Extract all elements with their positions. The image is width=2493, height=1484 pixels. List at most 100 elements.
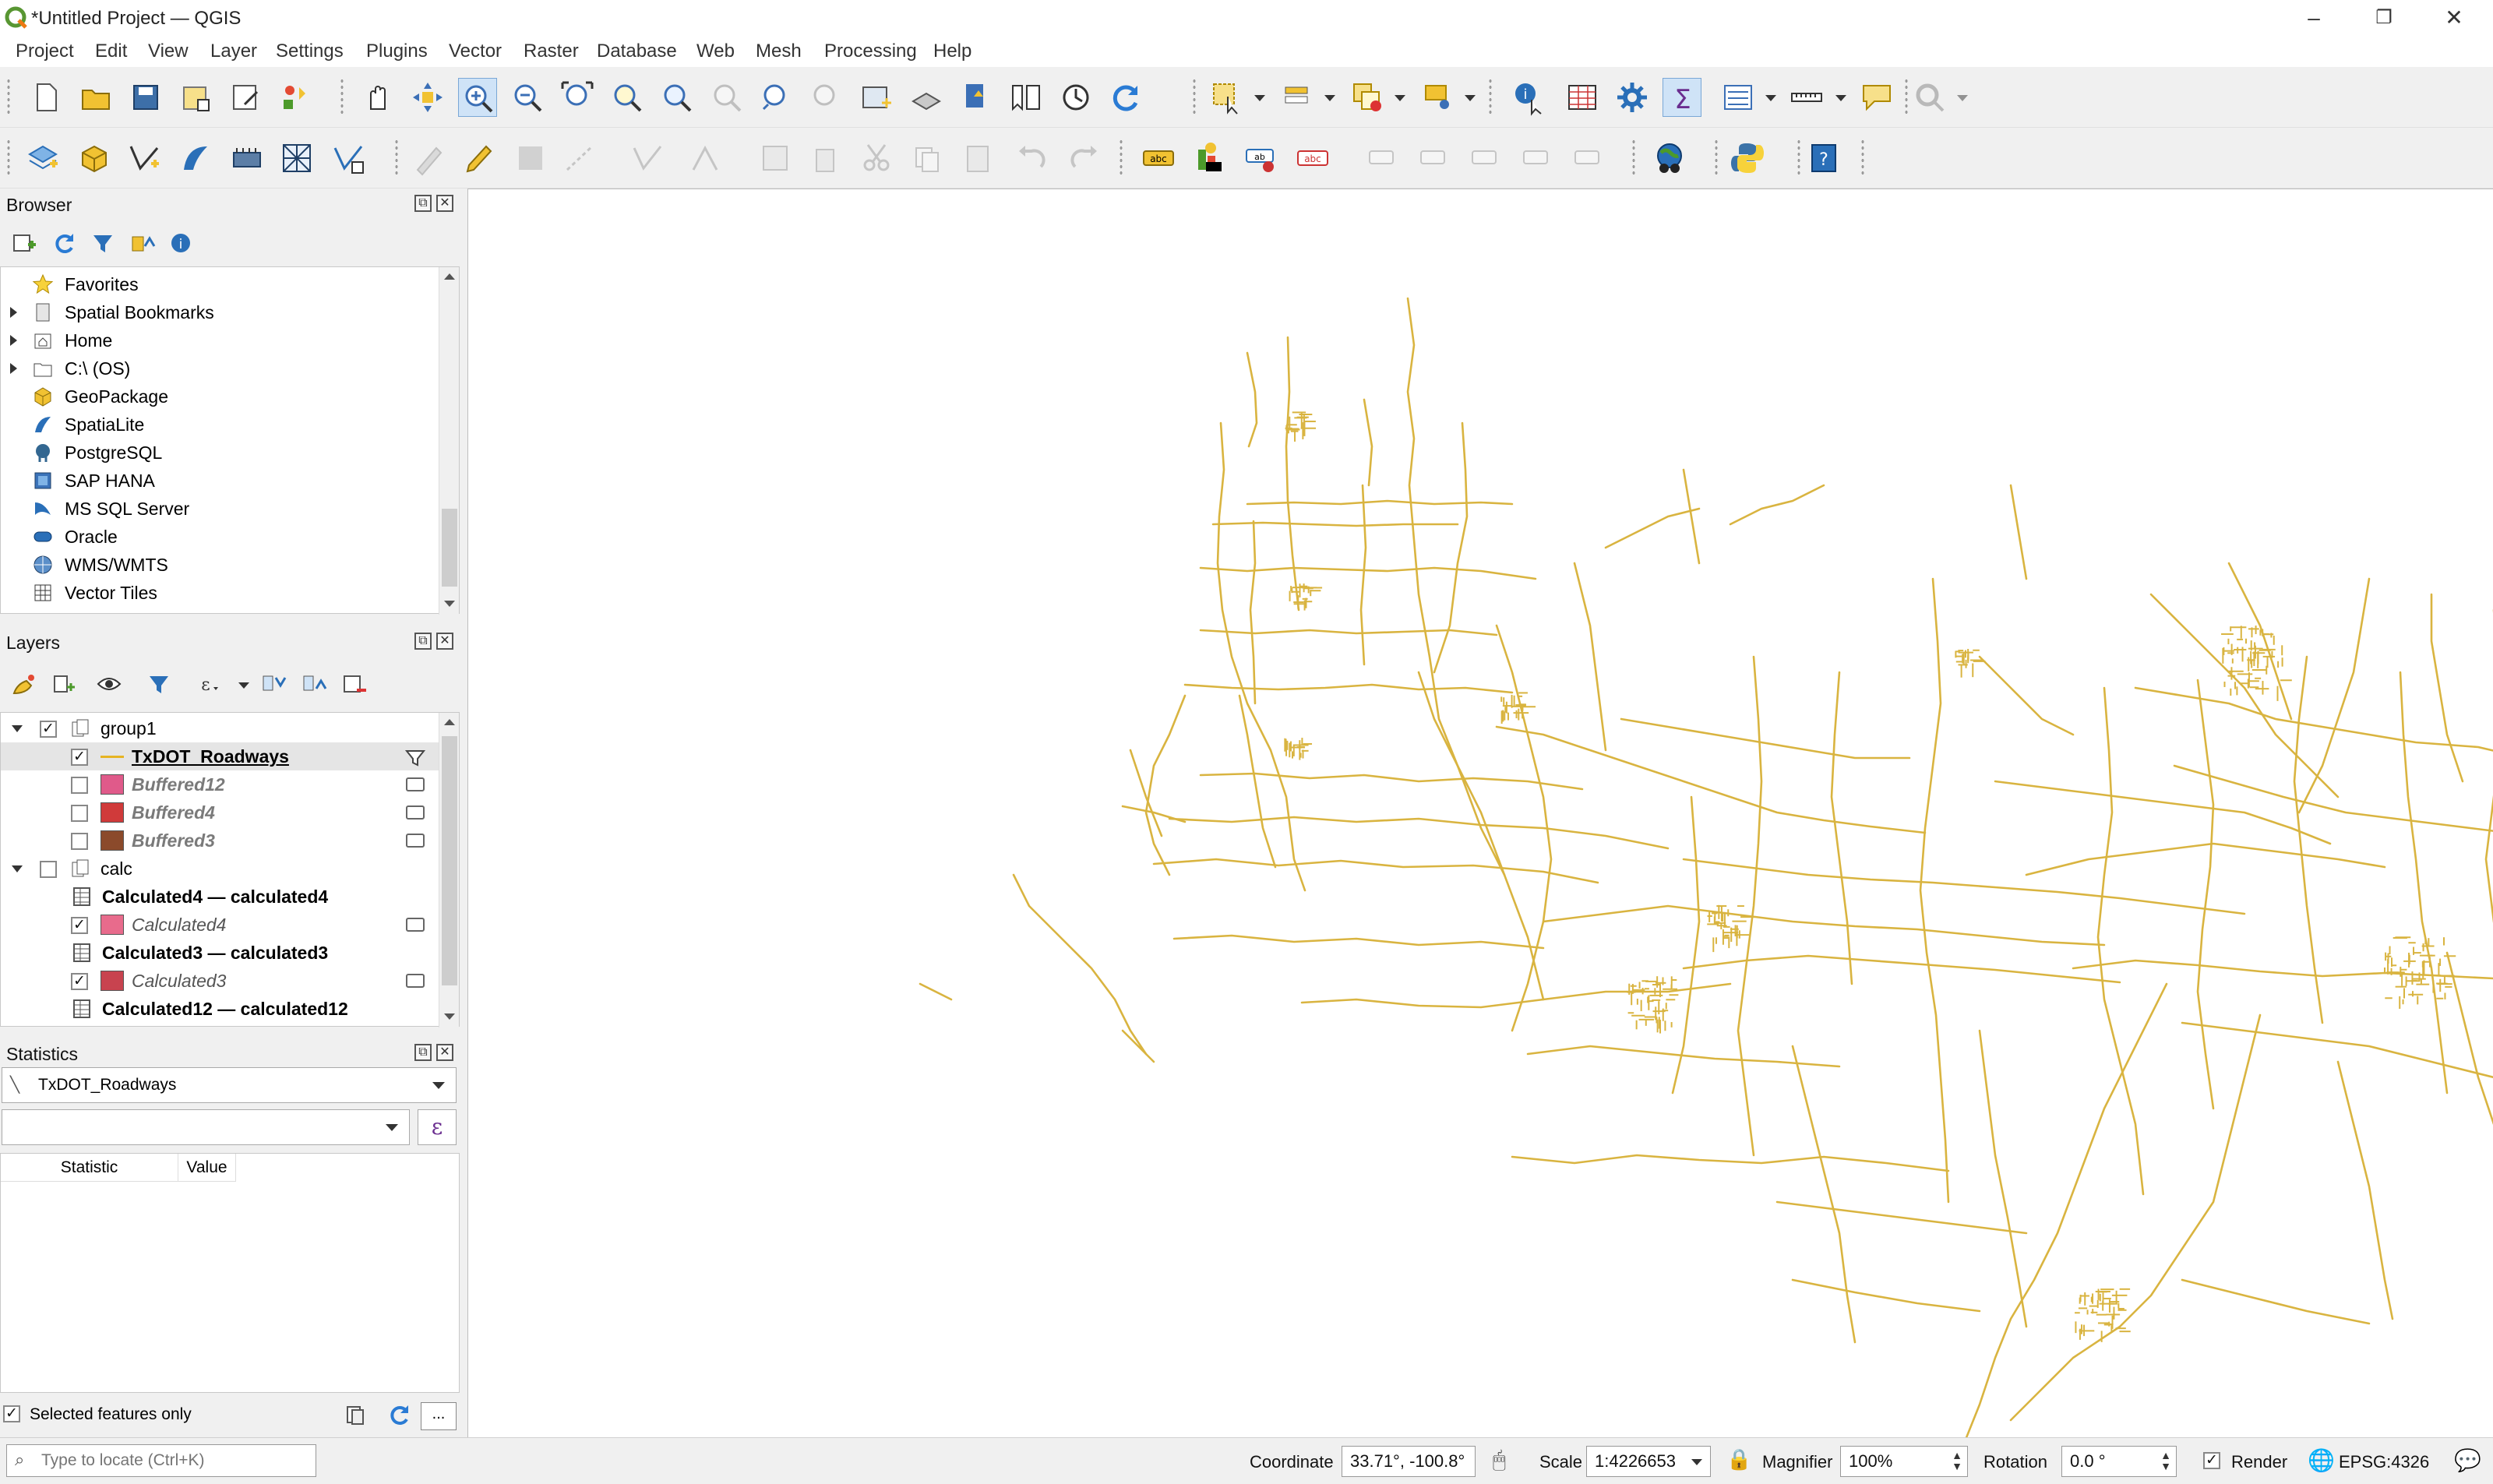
pan-hand-icon[interactable] (358, 78, 397, 117)
layer-diagram-options-icon[interactable] (1190, 139, 1229, 178)
refresh-browser-icon[interactable] (50, 229, 78, 257)
select-features-icon[interactable] (1208, 78, 1246, 117)
spin-arrows-icon[interactable]: ▲ ▼ (2160, 1450, 2171, 1472)
open-field-calculator-icon[interactable] (1719, 78, 1758, 117)
scroll-up-arrow[interactable] (444, 273, 455, 280)
statistic-column-header[interactable]: Statistic (1, 1154, 178, 1182)
locator-input[interactable] (41, 1448, 306, 1473)
new-shapefile-layer-icon[interactable] (125, 139, 164, 178)
browser-item[interactable]: PostgreSQL (1, 439, 459, 467)
open-project-icon[interactable] (76, 78, 115, 117)
render-checkbox[interactable]: ✓ (2203, 1452, 2220, 1469)
expand-arrow-icon[interactable] (10, 363, 17, 374)
style-manager-icon[interactable] (276, 78, 315, 117)
field-select-combo[interactable] (2, 1109, 410, 1145)
layer-visibility-checkbox[interactable] (71, 833, 88, 850)
messages-icon[interactable]: 💬 (2454, 1447, 2481, 1473)
close-panel-button[interactable]: ✕ (436, 633, 453, 650)
browser-item[interactable]: Oracle (1, 523, 459, 551)
crs-label[interactable]: EPSG:4326 (2339, 1452, 2429, 1472)
float-panel-button[interactable]: ⧉ (414, 195, 432, 212)
map-tips-icon[interactable] (1857, 78, 1896, 117)
more-options-button[interactable]: ... (421, 1402, 457, 1430)
move-label-icon[interactable] (1466, 139, 1505, 178)
save-project-icon[interactable] (126, 78, 165, 117)
expand-all-icon[interactable] (260, 670, 288, 698)
browser-item[interactable]: MS SQL Server (1, 495, 459, 523)
browser-item[interactable]: Home (1, 326, 459, 354)
redo-icon[interactable] (1064, 139, 1103, 178)
browser-scroll-thumb[interactable] (442, 509, 457, 587)
filter-browser-icon[interactable] (89, 229, 117, 257)
zoom-out-icon[interactable] (508, 78, 547, 117)
copy-features-icon[interactable] (907, 139, 946, 178)
layer-row[interactable]: ✓ TxDOT_Roadways (1, 742, 459, 770)
zoom-native-icon[interactable] (707, 78, 746, 117)
browser-item[interactable]: Favorites (1, 270, 459, 298)
new-geopackage-layer-icon[interactable] (75, 139, 114, 178)
menu-mesh[interactable]: Mesh (756, 41, 802, 62)
toolbar-grip[interactable] (1192, 78, 1197, 117)
zoom-to-layer-icon[interactable] (658, 78, 696, 117)
select-by-value-icon[interactable] (1278, 78, 1317, 117)
select-location-dropdown-arrow[interactable] (1465, 95, 1476, 101)
measure-line-icon[interactable] (1787, 78, 1826, 117)
layer-visibility-checkbox[interactable] (71, 777, 88, 794)
move-feature-icon[interactable] (686, 139, 725, 178)
temporary-layer-icon[interactable] (406, 805, 425, 820)
layers-scrollbar[interactable] (439, 713, 459, 1028)
layer-row[interactable]: ✓ Calculated3 (1, 967, 459, 995)
identify-features-icon[interactable]: i (1510, 78, 1549, 117)
expand-arrow-icon[interactable] (10, 307, 17, 318)
layer-visibility-checkbox[interactable]: ✓ (71, 973, 88, 990)
paste-features-icon[interactable] (958, 139, 997, 178)
layer-visibility-checkbox[interactable]: ✓ (71, 917, 88, 934)
layer-visibility-checkbox[interactable]: ✓ (71, 749, 88, 766)
temporal-controller-icon[interactable] (1056, 78, 1095, 117)
close-panel-button[interactable]: ✕ (436, 1044, 453, 1061)
locator-bar[interactable]: ⌕ (6, 1444, 316, 1477)
menu-raster[interactable]: Raster (524, 41, 579, 62)
browser-item[interactable]: SpatiaLite (1, 411, 459, 439)
cut-features-icon[interactable] (857, 139, 896, 178)
temporary-layer-icon[interactable] (406, 777, 425, 791)
gps-settings-icon[interactable] (1910, 78, 1949, 117)
menu-processing[interactable]: Processing (824, 41, 917, 62)
menu-database[interactable]: Database (597, 41, 677, 62)
coordinate-field[interactable]: 33.71°, -100.8° (1342, 1446, 1476, 1477)
crs-globe-icon[interactable]: 🌐 (2308, 1447, 2335, 1473)
digitize-with-segment-icon[interactable] (561, 139, 600, 178)
zoom-to-selection-icon[interactable] (608, 78, 647, 117)
toggle-extents-mouse-icon[interactable]: 🖱 (1493, 1447, 1506, 1473)
layer-visibility-checkbox[interactable] (40, 861, 57, 878)
collapse-arrow-icon[interactable] (12, 865, 23, 872)
toolbar-grip[interactable] (1631, 139, 1636, 178)
field-calculator-dropdown-arrow[interactable] (1765, 95, 1776, 101)
collapse-all-icon[interactable] (128, 229, 156, 257)
save-layer-edits-icon[interactable] (511, 139, 550, 178)
maximize-button[interactable]: ❐ (2361, 3, 2407, 33)
expand-arrow-icon[interactable] (10, 335, 17, 346)
layer-row[interactable]: Calculated3 — calculated3 (1, 939, 459, 967)
collapse-all-layers-icon[interactable] (301, 670, 329, 698)
menu-web[interactable]: Web (696, 41, 735, 62)
deselect-dropdown-arrow[interactable] (1395, 95, 1405, 101)
attribute-table-icon[interactable] (1563, 78, 1602, 117)
highlight-pinned-labels-icon[interactable]: ab (1242, 139, 1281, 178)
layer-visibility-checkbox[interactable]: ✓ (40, 721, 57, 738)
new-print-layout-icon[interactable] (176, 78, 215, 117)
zoom-next-icon[interactable] (807, 78, 846, 117)
browser-item[interactable]: Vector Tiles (1, 579, 459, 607)
show-bookmarks-icon[interactable] (1007, 78, 1046, 117)
filter-legend-icon[interactable] (145, 670, 173, 698)
scale-combo[interactable]: 1:4226653 (1586, 1446, 1711, 1477)
toolbar-grip[interactable] (1797, 139, 1801, 178)
layer-row[interactable]: Buffered4 (1, 798, 459, 827)
expression-filter-dropdown-arrow[interactable] (238, 682, 249, 689)
toolbar-grip[interactable] (6, 78, 11, 117)
lock-scale-icon[interactable]: 🔒 (1726, 1447, 1751, 1472)
new-mesh-layer-icon[interactable] (277, 139, 316, 178)
vertex-tool-icon[interactable] (628, 139, 667, 178)
processing-toolbox-icon[interactable] (1613, 78, 1652, 117)
temporary-layer-icon[interactable] (406, 834, 425, 848)
